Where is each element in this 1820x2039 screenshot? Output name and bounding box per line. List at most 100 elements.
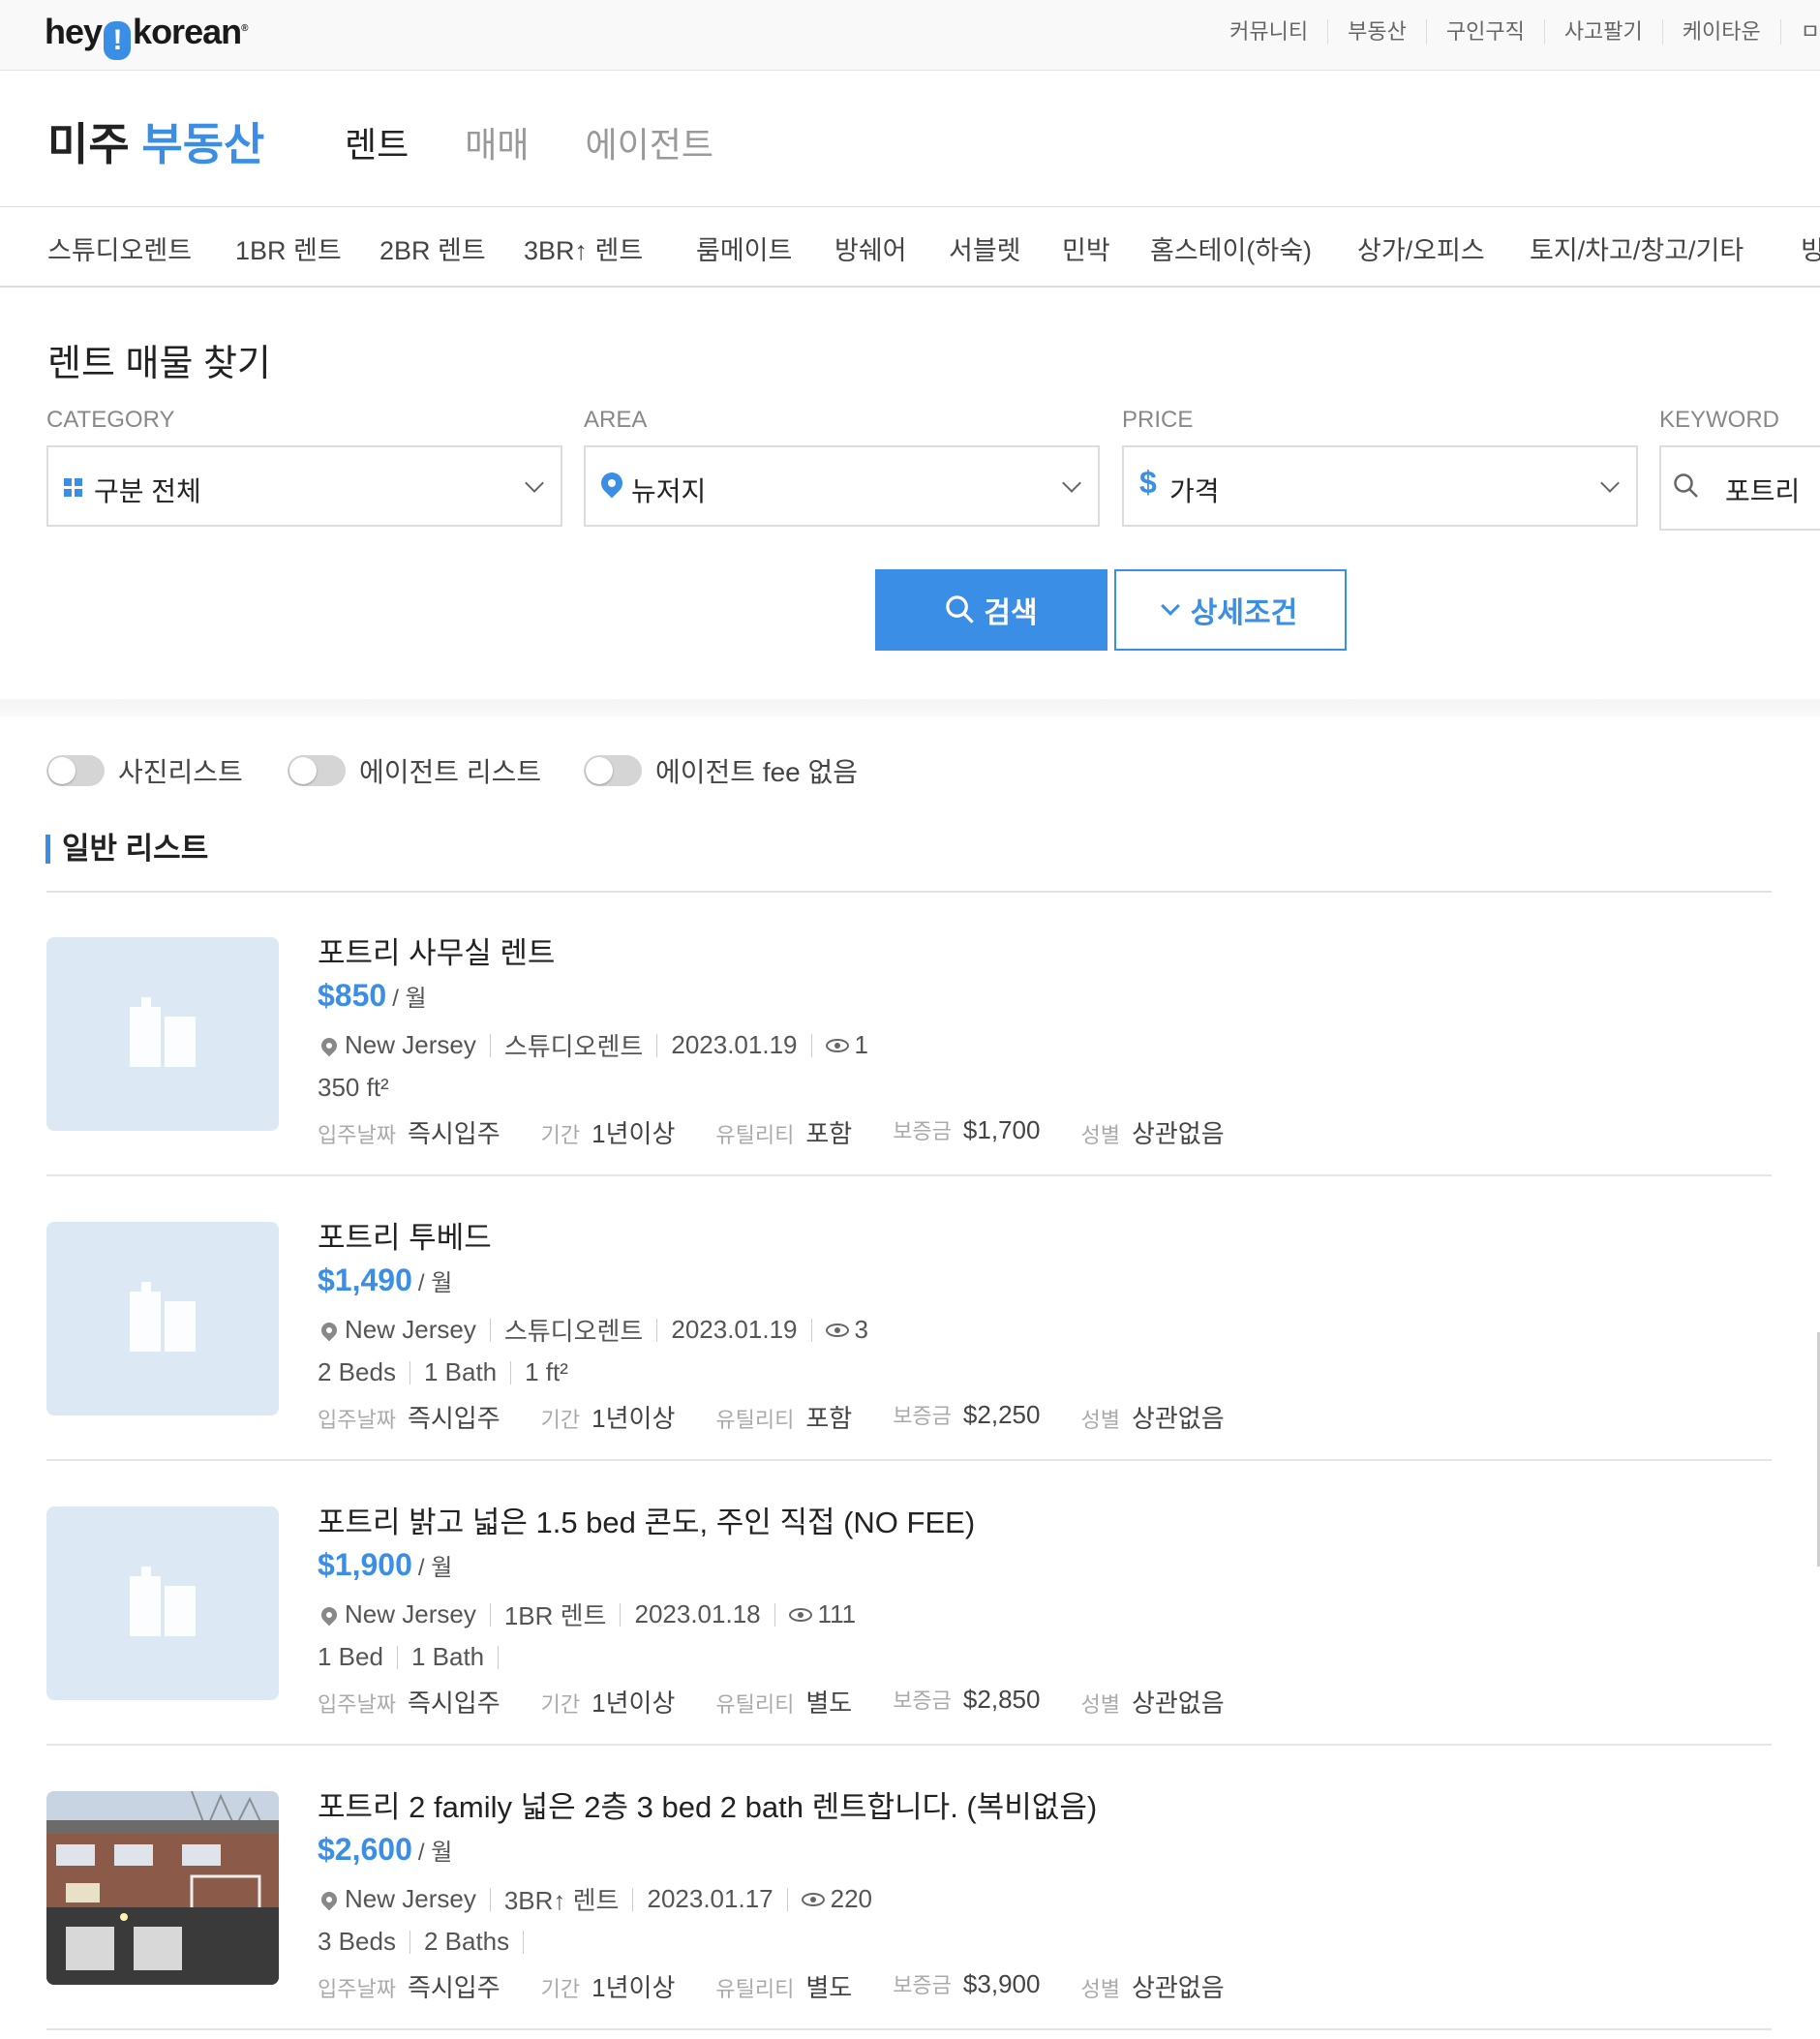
listing-views: 3 (854, 1315, 868, 1344)
chevron-down-icon (1160, 596, 1180, 616)
listing-price-unit: / 월 (417, 1555, 453, 1581)
top-nav-community[interactable]: 커뮤니티 (1210, 19, 1327, 45)
attr-key: 기간 (540, 1692, 581, 1717)
attr-key: 성별 (1080, 1123, 1120, 1147)
attr-key: 유틸리티 (715, 1408, 795, 1432)
toggle-photo-list-label: 사진리스트 (118, 757, 243, 787)
listing-type: 1BR 렌트 (503, 1601, 607, 1630)
listing-price: $1,490 (318, 1263, 412, 1297)
attr-key: 성별 (1080, 1408, 1120, 1432)
listing-item[interactable]: 포트리 2 family 넓은 2층 3 bed 2 bath 렌트합니다. (… (46, 1746, 1772, 2030)
top-nav-jobs[interactable]: 구인구직 (1425, 19, 1544, 45)
listing-item[interactable]: 포트리 사무실 렌트 $850/ 월 New Jersey 스튜디오렌트 202… (46, 892, 1772, 1176)
detail-conditions-button[interactable]: 상세조건 (1114, 569, 1347, 651)
attr-key: 보증금 (893, 1689, 952, 1713)
listing-type: 스튜디오렌트 (503, 1317, 644, 1346)
listing-price: $2,600 (318, 1832, 412, 1867)
listing-item[interactable]: 포트리 투베드 $1,490/ 월 New Jersey 스튜디오렌트 2023… (46, 1176, 1772, 1461)
listing-title[interactable]: 포트리 투베드 (318, 1213, 1265, 1257)
tab-sale[interactable]: 매매 (465, 117, 529, 167)
category-homestay[interactable]: 홈스테이(하숙) (1150, 229, 1312, 267)
location-pin-icon (318, 1319, 341, 1341)
search-icon (1674, 473, 1698, 498)
listing-title[interactable]: 포트리 사무실 렌트 (318, 928, 1265, 972)
category-land-etc[interactable]: 토지/차고/창고/기타 (1530, 229, 1744, 267)
listing-spec: 3 Beds (318, 1927, 396, 1956)
attr-key: 보증금 (893, 1119, 952, 1143)
category-2br[interactable]: 2BR 렌트 (379, 229, 486, 267)
category-select[interactable]: 구분 전체 (46, 445, 562, 527)
top-nav-more[interactable]: ㅁ (1779, 19, 1820, 45)
category-studio[interactable]: 스튜디오렌트 (47, 229, 192, 267)
main-tabs: 렌트 매매 에이전트 (345, 117, 770, 167)
toggle-no-agent-fee[interactable]: 에이전트 fee 없음 (584, 751, 858, 790)
toggle-switch[interactable] (288, 755, 346, 786)
building-icon (130, 1567, 196, 1636)
tab-agent[interactable]: 에이전트 (586, 117, 713, 167)
toggle-switch[interactable] (584, 755, 642, 786)
search-button[interactable]: 검색 (875, 569, 1107, 651)
listing-thumbnail[interactable] (46, 937, 279, 1131)
attr-move-in: 즉시입주 (407, 1119, 500, 1148)
attr-key: 성별 (1080, 1692, 1120, 1717)
listing-location: New Jersey (345, 1315, 476, 1344)
listing-price-unit: / 월 (417, 1840, 453, 1866)
attr-term: 1년이상 (592, 1404, 676, 1433)
listing-price: $850 (318, 978, 387, 1013)
toggle-no-agent-fee-label: 에이전트 fee 없음 (655, 757, 859, 787)
listing-thumbnail[interactable] (46, 1506, 279, 1700)
section-divider (0, 699, 1820, 716)
toggle-agent-list[interactable]: 에이전트 리스트 (288, 751, 541, 790)
keyword-input-value: 포트리 (1725, 476, 1801, 506)
logo-text-hey: hey (45, 12, 103, 51)
category-3br[interactable]: 3BR↑ 렌트 (524, 229, 643, 267)
price-select-value: 가격 (1169, 476, 1220, 506)
category-1br[interactable]: 1BR 렌트 (235, 229, 342, 267)
location-pin-icon (596, 468, 627, 499)
attr-key: 기간 (540, 1977, 581, 2001)
listing-location: New Jersey (345, 1030, 476, 1059)
keyword-input[interactable]: 포트리 (1659, 445, 1820, 531)
listing-spec: 1 Bath (410, 1642, 485, 1671)
attr-term: 1년이상 (592, 1119, 676, 1148)
price-select[interactable]: $ 가격 (1122, 445, 1638, 527)
attr-key: 유틸리티 (715, 1123, 795, 1147)
attr-key: 입주날짜 (318, 1123, 396, 1147)
listing-thumbnail[interactable] (46, 1222, 279, 1415)
listing-price: $1,900 (318, 1547, 412, 1582)
category-sublet[interactable]: 서블렛 (949, 229, 1021, 267)
page-title[interactable]: 미주 부동산 (47, 109, 264, 173)
heykorean-logo[interactable]: hey! korean® (45, 12, 249, 60)
area-label: AREA (584, 407, 648, 433)
page-title-accent: 부동산 (141, 119, 265, 169)
toggle-photo-list[interactable]: 사진리스트 (46, 751, 243, 790)
category-commercial[interactable]: 상가/오피스 (1357, 229, 1485, 267)
attr-key: 입주날짜 (318, 1977, 396, 2001)
house-photo (46, 1791, 279, 1985)
category-roomshare[interactable]: 방쉐어 (834, 229, 907, 267)
tab-rent[interactable]: 렌트 (345, 117, 409, 167)
search-button-label: 검색 (984, 597, 1038, 629)
attr-deposit: $2,850 (962, 1685, 1041, 1714)
listing-title[interactable]: 포트리 2 family 넓은 2층 3 bed 2 bath 렌트합니다. (… (318, 1782, 1265, 1826)
top-nav-realestate[interactable]: 부동산 (1327, 19, 1426, 45)
keyword-label: KEYWORD (1659, 407, 1780, 433)
listing-item[interactable]: 포트리 밝고 넓은 1.5 bed 콘도, 주인 직접 (NO FEE) $1,… (46, 1461, 1772, 1746)
top-nav-buysell[interactable]: 사고팔기 (1543, 19, 1662, 45)
listing-photo[interactable] (46, 1791, 279, 1985)
listing-spec: 1 Bed (318, 1642, 383, 1671)
attr-deposit: $2,250 (962, 1400, 1041, 1429)
category-roommate[interactable]: 룸메이트 (696, 229, 792, 267)
toggle-switch[interactable] (46, 755, 105, 786)
attr-key: 기간 (540, 1408, 581, 1432)
category-more[interactable]: 빙 (1801, 229, 1820, 267)
listing-spec: 2 Beds (318, 1357, 396, 1386)
listing-title[interactable]: 포트리 밝고 넓은 1.5 bed 콘도, 주인 직접 (NO FEE) (318, 1498, 1265, 1541)
attr-gender: 상관없음 (1131, 1119, 1225, 1148)
listing-spec: 1 ft² (525, 1357, 568, 1386)
category-minbak[interactable]: 민박 (1062, 229, 1110, 267)
attr-key: 보증금 (893, 1973, 952, 1997)
top-nav-ktown[interactable]: 케이타운 (1661, 19, 1780, 45)
location-pin-icon (318, 1888, 341, 1910)
area-select[interactable]: 뉴저지 (584, 445, 1100, 527)
